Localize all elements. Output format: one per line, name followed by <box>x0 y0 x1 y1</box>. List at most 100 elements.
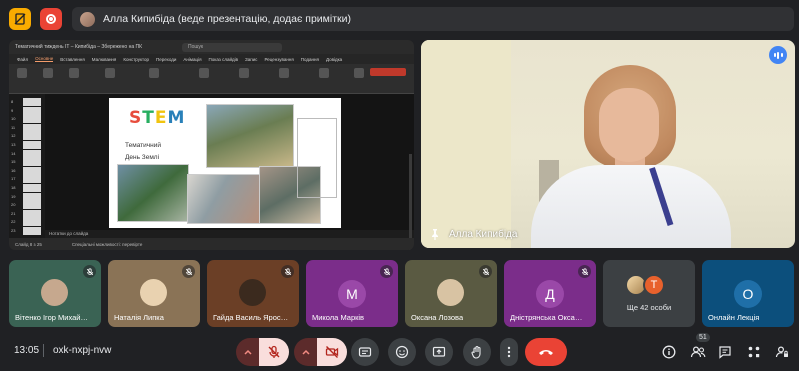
camera-button[interactable] <box>317 338 347 366</box>
speaking-indicator-icon <box>769 46 787 64</box>
powerpoint-statusbar: Слайд 8 з 25 Спеціальні можливості: пере… <box>9 238 414 250</box>
powerpoint-title: Тематичний тиждень ІТ – Кипибіда – Збере… <box>15 44 143 50</box>
slide-scrollbar <box>409 154 412 250</box>
slide-thumbnail <box>23 141 41 149</box>
raise-hand-button[interactable] <box>463 338 491 366</box>
participant-avatar <box>140 279 167 306</box>
mic-off-icon <box>268 345 280 358</box>
slide-frame <box>297 118 337 198</box>
slide-thumbnails: 8 9 10 11 12 13 14 15 16 17 18 19 20 21 22 23 <box>9 94 45 238</box>
participant-tile[interactable]: Вітенко Ігор Михай… <box>9 260 101 327</box>
muted-icon <box>479 265 492 278</box>
present-screen-icon <box>432 346 446 357</box>
host-controls-button[interactable] <box>774 344 790 360</box>
participant-name: Дністрянська Окса… <box>510 313 583 322</box>
meeting-code: oxk-nxpj-nvw <box>53 345 112 356</box>
presenter-chip[interactable]: Алла Кипибіда (веде презентацію, додає п… <box>72 7 794 31</box>
speaker-tile[interactable]: Алла Кипибіда <box>421 40 795 248</box>
muted-icon <box>83 265 96 278</box>
thumbnail-number: 16 <box>11 167 16 173</box>
speaker-name: Алла Кипибіда <box>449 229 518 240</box>
video-options-button[interactable] <box>294 338 318 366</box>
powerpoint-tab: Довідка <box>325 56 343 62</box>
thumbnail-number: 17 <box>11 176 16 182</box>
participant-name: Оксана Лозова <box>411 313 464 322</box>
hand-icon <box>471 345 481 359</box>
meet-window: Алла Кипибіда (веде презентацію, додає п… <box>0 0 799 371</box>
thumbnail-number: 22 <box>11 219 16 225</box>
thumbnail-number: 14 <box>11 150 16 156</box>
info-icon <box>662 345 676 359</box>
muted-icon <box>281 265 294 278</box>
participant-tile[interactable]: О Онлайн Лекція <box>702 260 794 327</box>
slide-thumbnail <box>23 227 41 235</box>
more-vert-icon <box>507 346 511 358</box>
people-count-badge: 51 <box>696 333 710 342</box>
recording-icon[interactable] <box>40 8 62 30</box>
reactions-button[interactable] <box>388 338 416 366</box>
microphone-button[interactable] <box>259 338 289 366</box>
powerpoint-tab: Конструктор <box>123 56 150 62</box>
thumbnail-number: 10 <box>11 116 16 122</box>
more-participants-label: Ще 42 особи <box>626 303 672 312</box>
people-button[interactable] <box>690 344 706 360</box>
slide-photo <box>187 174 263 224</box>
slide-photo <box>206 104 294 168</box>
powerpoint-tab: Рецензування <box>264 56 294 62</box>
participant-tile[interactable]: Наталія Липка <box>108 260 200 327</box>
slide-thumbnail <box>23 115 41 124</box>
meeting-info-button[interactable] <box>661 344 677 360</box>
mic-off-icon <box>185 267 192 275</box>
more-options-button[interactable] <box>500 338 518 366</box>
chevron-up-icon <box>302 349 310 355</box>
leave-call-button[interactable] <box>525 338 567 366</box>
notes-off-icon[interactable] <box>9 8 31 30</box>
presenter-avatar <box>80 11 95 27</box>
slide-thumbnail <box>23 184 41 192</box>
thumbnail-number: 8 <box>11 99 14 104</box>
powerpoint-titlebar: Тематичний тиждень ІТ – Кипибіда – Збере… <box>9 40 414 54</box>
current-slide: STEM Тематичний День Землі <box>109 98 341 228</box>
powerpoint-tab: Основне <box>35 56 54 62</box>
accessibility-status: Спеціальні можливості: перевірте <box>71 241 143 247</box>
participant-tile[interactable]: Оксана Лозова <box>405 260 497 327</box>
slide-thumbnail <box>23 158 41 167</box>
participant-name: Онлайн Лекція <box>708 313 760 322</box>
powerpoint-tab: Малювання <box>91 56 117 62</box>
participant-tile[interactable]: Д Дністрянська Окса… <box>504 260 596 327</box>
thumbnail-number: 20 <box>11 202 16 208</box>
slide-thumbnail <box>23 149 41 158</box>
participant-tile[interactable]: М Микола Марків <box>306 260 398 327</box>
shared-screen[interactable]: Тематичний тиждень ІТ – Кипибіда – Збере… <box>9 40 414 250</box>
presenter-text: Алла Кипибіда (веде презентацію, додає п… <box>103 13 351 25</box>
captions-button[interactable] <box>351 338 379 366</box>
chevron-up-icon <box>244 349 252 355</box>
emoji-icon <box>395 345 409 359</box>
powerpoint-tab: Файл <box>17 56 29 62</box>
slide-thumbnail <box>23 218 41 227</box>
slide-thumbnail <box>23 166 41 175</box>
slide-photo <box>117 164 189 222</box>
thumbnail-number: 12 <box>11 133 16 139</box>
audio-options-button[interactable] <box>236 338 260 366</box>
thumbnail-number: 13 <box>11 142 16 147</box>
powerpoint-tab: Подання <box>300 56 319 62</box>
participant-tile[interactable]: Гайда Василь Ярос… <box>207 260 299 327</box>
slide-thumbnail <box>23 98 41 106</box>
people-icon <box>690 346 706 358</box>
participant-avatar: О <box>734 280 762 308</box>
participant-avatar: М <box>338 280 366 308</box>
slide-notes: Нотатки до слайда <box>45 230 414 238</box>
captions-icon <box>358 347 372 357</box>
pin-icon[interactable] <box>429 228 441 240</box>
chat-button[interactable] <box>717 344 733 360</box>
mic-off-icon <box>581 267 588 275</box>
muted-icon <box>182 265 195 278</box>
activities-button[interactable] <box>746 344 762 360</box>
present-button[interactable] <box>425 338 453 366</box>
powerpoint-tab: Анімація <box>183 56 202 62</box>
camera-off-icon <box>325 346 339 358</box>
slide-thumbnail <box>23 132 41 141</box>
more-participants-tile[interactable]: T Ще 42 особи <box>603 260 695 327</box>
participant-name: Гайда Василь Ярос… <box>213 313 289 322</box>
